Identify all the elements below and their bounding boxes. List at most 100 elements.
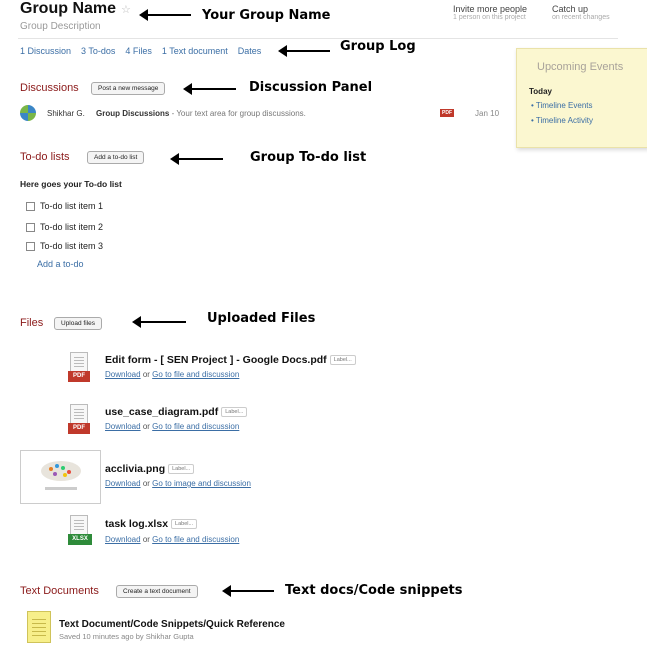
file-item: use_case_diagram.pdf Label... xyxy=(105,406,248,418)
upcoming-events-panel: Upcoming Events Today • Timeline Events … xyxy=(516,48,647,148)
todo-item-label: To-do list item 3 xyxy=(40,241,104,251)
discussions-title: Discussions xyxy=(20,82,79,94)
upcoming-today-label: Today xyxy=(529,87,552,96)
catch-up-label: Catch up xyxy=(552,4,589,14)
group-name: Group Name xyxy=(20,0,117,17)
pdf-attachment-icon: PDF xyxy=(440,109,454,117)
discussion-excerpt: - Your text area for group discussions. xyxy=(169,109,306,118)
tab-dates[interactable]: Dates xyxy=(238,46,262,56)
upload-files-button[interactable]: Upload files xyxy=(54,317,102,330)
post-message-button[interactable]: Post a new message xyxy=(91,82,166,95)
discussion-date: Jan 10 xyxy=(475,109,500,118)
text-document-icon xyxy=(27,611,51,643)
file-name[interactable]: task log.xlsx xyxy=(105,518,168,530)
annotation-todo: Group To-do list xyxy=(250,150,367,165)
add-todo-list-button[interactable]: Add a to-do list xyxy=(87,151,145,164)
or-text: or xyxy=(142,422,150,431)
pdf-badge: PDF xyxy=(68,423,90,434)
annotation-discussion: Discussion Panel xyxy=(249,80,373,95)
header-divider xyxy=(18,38,618,39)
annotation-arrow xyxy=(170,153,223,165)
file-name[interactable]: acclivia.png xyxy=(105,463,165,475)
file-name[interactable]: use_case_diagram.pdf xyxy=(105,406,218,418)
xlsx-file-icon: XLSX xyxy=(68,515,92,545)
todo-list-title: Here goes your To-do list xyxy=(20,179,122,189)
upcoming-event-label: Timeline Events xyxy=(535,101,593,110)
annotation-arrow xyxy=(183,83,236,95)
invite-people-label: Invite more people xyxy=(453,4,528,14)
go-to-file-link[interactable]: Go to file and discussion xyxy=(152,370,239,379)
file-item: task log.xlsx Label... xyxy=(105,518,198,530)
file-item: Edit form - [ SEN Project ] - Google Doc… xyxy=(105,354,356,366)
group-description: Group Description xyxy=(20,21,101,32)
image-thumbnail[interactable] xyxy=(20,450,101,504)
todo-item[interactable]: To-do list item 2 xyxy=(26,222,103,232)
upcoming-event-label: Timeline Activity xyxy=(535,116,593,125)
star-icon[interactable]: ☆ xyxy=(121,3,131,16)
annotation-group-log: Group Log xyxy=(340,39,416,54)
cloud-image-icon xyxy=(41,461,81,490)
annotation-text-docs: Text docs/Code snippets xyxy=(285,583,463,598)
tab-text-document[interactable]: 1 Text document xyxy=(162,46,228,56)
label-tag[interactable]: Label... xyxy=(168,464,195,475)
annotation-arrow xyxy=(278,45,330,57)
todo-item-label: To-do list item 1 xyxy=(40,201,104,211)
catch-up-sub: on recent changes xyxy=(552,14,610,21)
annotation-arrow xyxy=(222,585,274,597)
todo-lists-title: To-do lists xyxy=(20,151,70,163)
files-title: Files xyxy=(20,317,44,329)
go-to-file-link[interactable]: Go to file and discussion xyxy=(152,535,239,544)
todo-checkbox[interactable] xyxy=(26,201,35,211)
or-text: or xyxy=(142,479,150,488)
download-link[interactable]: Download xyxy=(105,370,141,379)
annotation-arrow xyxy=(139,9,191,21)
todo-item[interactable]: To-do list item 3 xyxy=(26,241,103,251)
discussion-title: Group Discussions xyxy=(96,109,170,118)
todo-item-label: To-do list item 2 xyxy=(40,222,104,232)
download-link[interactable]: Download xyxy=(105,422,141,431)
invite-people-link[interactable]: Invite more people 1 person on this proj… xyxy=(453,4,527,21)
file-name[interactable]: Edit form - [ SEN Project ] - Google Doc… xyxy=(105,354,327,366)
todo-checkbox[interactable] xyxy=(26,241,35,251)
or-text: or xyxy=(142,370,150,379)
xlsx-badge: XLSX xyxy=(68,534,92,545)
catch-up-link[interactable]: Catch up on recent changes xyxy=(552,4,610,21)
text-document-title[interactable]: Text Document/Code Snippets/Quick Refere… xyxy=(59,619,285,630)
todo-checkbox[interactable] xyxy=(26,222,35,232)
or-text: or xyxy=(142,535,150,544)
tab-files[interactable]: 4 Files xyxy=(125,46,152,56)
group-log-tabs: 1 Discussion 3 To-dos 4 Files 1 Text doc… xyxy=(20,46,261,56)
text-documents-title: Text Documents xyxy=(20,585,99,597)
label-tag[interactable]: Label... xyxy=(221,407,248,418)
file-links: Download or Go to file and discussion xyxy=(105,422,239,431)
go-to-image-link[interactable]: Go to image and discussion xyxy=(152,479,251,488)
upcoming-event-item[interactable]: • Timeline Events xyxy=(531,101,593,110)
tab-todos[interactable]: 3 To-dos xyxy=(81,46,115,56)
tab-discussion[interactable]: 1 Discussion xyxy=(20,46,71,56)
label-tag[interactable]: Label... xyxy=(329,355,356,366)
avatar xyxy=(20,105,36,121)
file-links: Download or Go to file and discussion xyxy=(105,535,239,544)
file-item: acclivia.png Label... xyxy=(105,463,195,475)
download-link[interactable]: Download xyxy=(105,479,141,488)
annotation-files: Uploaded Files xyxy=(207,311,316,326)
todo-item[interactable]: To-do list item 1 xyxy=(26,201,103,211)
go-to-file-link[interactable]: Go to file and discussion xyxy=(152,422,239,431)
discussion-author: Shikhar G. xyxy=(47,109,85,118)
discussion-row[interactable]: Group Discussions - Your text area for g… xyxy=(96,109,306,118)
file-links: Download or Go to file and discussion xyxy=(105,370,239,379)
invite-people-sub: 1 person on this project xyxy=(453,14,526,21)
pdf-file-icon: PDF xyxy=(68,404,90,434)
label-tag[interactable]: Label... xyxy=(171,519,198,530)
annotation-group-name: Your Group Name xyxy=(202,8,331,23)
download-link[interactable]: Download xyxy=(105,535,141,544)
upcoming-event-item[interactable]: • Timeline Activity xyxy=(531,116,593,125)
create-text-document-button[interactable]: Create a text document xyxy=(116,585,198,598)
text-document-meta: Saved 10 minutes ago by Shikhar Gupta xyxy=(59,632,194,641)
annotation-arrow xyxy=(132,316,186,328)
upcoming-events-title: Upcoming Events xyxy=(537,61,624,73)
file-links: Download or Go to image and discussion xyxy=(105,479,251,488)
pdf-badge: PDF xyxy=(68,371,90,382)
pdf-file-icon: PDF xyxy=(68,352,90,382)
add-todo-link[interactable]: Add a to-do xyxy=(37,259,84,269)
